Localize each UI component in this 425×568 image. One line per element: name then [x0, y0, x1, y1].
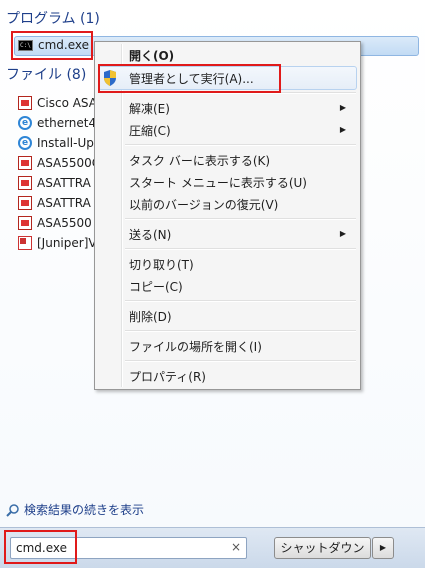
menu-gutter [121, 44, 123, 387]
menu-item-properties[interactable]: プロパティ(R) [129, 368, 206, 385]
pdf-icon [18, 176, 32, 190]
menu-item-pin-start[interactable]: スタート メニューに表示する(U) [129, 174, 307, 191]
file-item[interactable]: ASA5500 [18, 213, 100, 233]
file-item-label: ASA5500C [37, 156, 101, 170]
ie-icon: e [18, 136, 32, 150]
submenu-arrow-icon: ▶ [339, 229, 346, 238]
annotation-box-cmd [11, 31, 93, 60]
magnifier-icon [6, 503, 19, 517]
menu-item-restore-versions[interactable]: 以前のバージョンの復元(V) [129, 196, 278, 213]
menu-item-label: 圧縮(C) [129, 124, 171, 138]
annotation-box-run-as-admin [98, 64, 281, 93]
programs-header[interactable]: プログラム (1) [6, 8, 100, 28]
menu-separator [125, 330, 356, 332]
pdf-icon [18, 196, 32, 210]
file-item-label: ASATTRA [37, 196, 91, 210]
file-item[interactable]: ASATTRA [18, 193, 100, 213]
menu-item-label: 送る(N) [129, 228, 172, 242]
file-results-list: Cisco ASA e ethernet4 e Install-Up ASA5500… [18, 93, 100, 253]
file-item[interactable]: e Install-Up [18, 133, 100, 153]
menu-separator [125, 144, 356, 146]
menu-item-extract[interactable]: 解凍(E) ▶ [129, 100, 354, 117]
file-item[interactable]: ASATTRA [18, 173, 100, 193]
pdf-icon [18, 216, 32, 230]
menu-separator [125, 248, 356, 250]
file-item[interactable]: [Juniper]V [18, 233, 100, 253]
menu-item-pin-taskbar[interactable]: タスク バーに表示する(K) [129, 152, 270, 169]
shutdown-options-arrow-icon[interactable]: ▶ [372, 537, 394, 559]
menu-item-send-to[interactable]: 送る(N) ▶ [129, 226, 354, 243]
context-menu: 開く(O) 管理者として実行(A)... 解凍(E) ▶ 圧縮(C) ▶ タスク バ… [94, 41, 361, 390]
file-item-label: Install-Up [37, 136, 94, 150]
files-header[interactable]: ファイル (8) [6, 64, 86, 84]
file-item[interactable]: e ethernet4 [18, 113, 100, 133]
file-item[interactable]: Cisco ASA [18, 93, 100, 113]
menu-item-copy[interactable]: コピー(C) [129, 278, 183, 295]
clear-icon[interactable]: × [231, 540, 241, 554]
ie-icon: e [18, 116, 32, 130]
file-item-label: ethernet4 [37, 116, 97, 130]
menu-separator [125, 300, 356, 302]
menu-separator [125, 360, 356, 362]
file-item[interactable]: ASA5500C [18, 153, 100, 173]
menu-item-cut[interactable]: 切り取り(T) [129, 256, 194, 273]
submenu-arrow-icon: ▶ [339, 125, 346, 134]
menu-item-open-location[interactable]: ファイルの場所を開く(I) [129, 338, 262, 355]
annotation-box-search [4, 530, 77, 564]
menu-item-label: 解凍(E) [129, 102, 170, 116]
menu-item-compress[interactable]: 圧縮(C) ▶ [129, 122, 354, 139]
file-item-label: Cisco ASA [37, 96, 97, 110]
shutdown-button[interactable]: シャットダウン [274, 537, 371, 559]
pdf-icon [18, 156, 32, 170]
file-item-label: [Juniper]V [37, 236, 97, 250]
file-item-label: ASATTRA [37, 176, 91, 190]
menu-item-delete[interactable]: 削除(D) [129, 308, 172, 325]
juniper-pdf-icon [18, 236, 32, 250]
submenu-arrow-icon: ▶ [339, 103, 346, 112]
file-item-label: ASA5500 [37, 216, 92, 230]
menu-item-open[interactable]: 開く(O) [129, 47, 174, 64]
more-results-link[interactable]: 検索結果の続きを表示 [6, 501, 144, 518]
menu-separator [125, 218, 356, 220]
more-results-label: 検索結果の続きを表示 [24, 503, 145, 517]
pdf-icon [18, 96, 32, 110]
